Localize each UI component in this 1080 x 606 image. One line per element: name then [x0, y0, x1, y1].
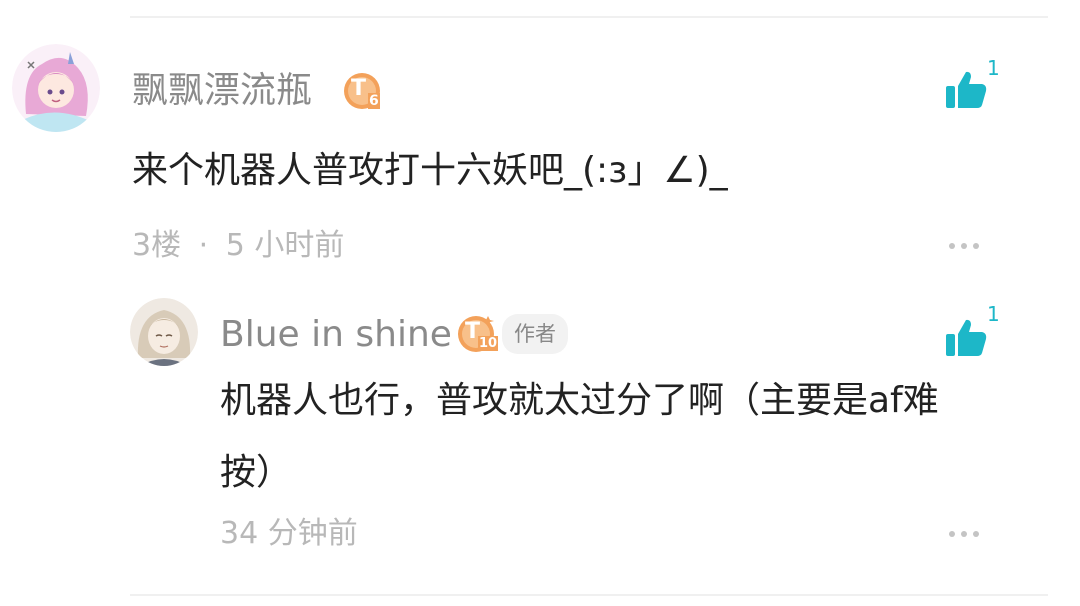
comment-meta: 3楼 · 5 小时前 [132, 226, 344, 266]
comment-time: 5 小时前 [225, 228, 345, 263]
reply-text-line1: 机器人也行，普攻就太过分了啊（主要是af难 [220, 380, 939, 421]
top-divider [130, 16, 1048, 18]
avatar-image [12, 44, 100, 132]
more-dots-icon [949, 243, 979, 249]
floor-number: 3楼 [132, 228, 182, 263]
username[interactable]: 飘飘漂流瓶 [132, 68, 312, 114]
reply-like-button[interactable] [944, 318, 1004, 374]
bottom-divider [130, 594, 1048, 596]
level-badge-letter: T [351, 76, 367, 101]
comment-thread: 飘飘漂流瓶 T 6 1 来个机器人普攻打十六妖吧_(:з」∠)_ 3楼 · 5 … [0, 0, 1080, 606]
avatar[interactable] [12, 44, 100, 132]
like-count: 1 [987, 56, 1000, 80]
reply-avatar[interactable] [130, 298, 198, 366]
reply-more-button[interactable] [946, 526, 982, 542]
meta-separator: · [198, 228, 209, 263]
author-tag: 作者 [502, 314, 568, 354]
reply-avatar-image [130, 298, 198, 366]
level-number: 6 [368, 93, 380, 109]
more-dots-icon [949, 531, 979, 537]
reply-text-line2: 按） [220, 452, 293, 493]
level-badge: T 6 [342, 71, 384, 113]
reply-like-count: 1 [987, 302, 1000, 326]
reply-username[interactable]: Blue in shine [220, 312, 452, 358]
reply-level-number: 10 [478, 336, 499, 351]
thumbs-up-icon [946, 319, 987, 356]
reply-level-badge: T 10 [456, 314, 499, 356]
reply-time: 34 分钟前 [220, 516, 358, 551]
comment-text: 来个机器人普攻打十六妖吧_(:з」∠)_ [132, 150, 728, 191]
thumbs-up-icon [946, 71, 987, 108]
more-button[interactable] [946, 238, 982, 254]
